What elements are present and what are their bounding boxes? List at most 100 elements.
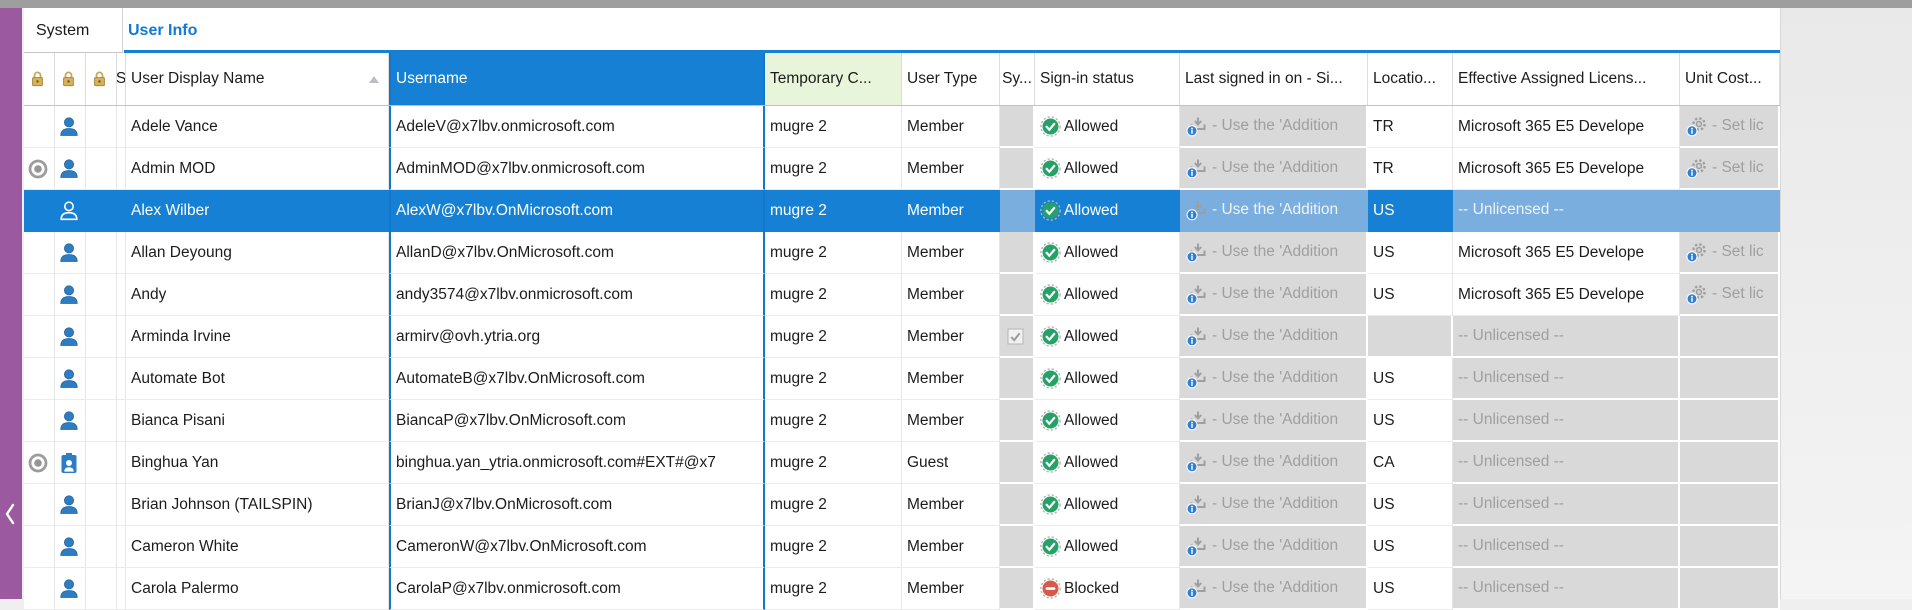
cell-unit_cost[interactable]: - Set lic — [1680, 274, 1780, 316]
cell-signin[interactable]: Allowed — [1035, 316, 1180, 358]
cell-unit_cost[interactable] — [1680, 484, 1780, 526]
user-row[interactable]: Allan DeyoungAllanD@x7lbv.OnMicrosoft.co… — [24, 232, 1780, 274]
cell-sync[interactable] — [1000, 274, 1035, 316]
cell-signin[interactable]: Allowed — [1035, 106, 1180, 148]
cell-username[interactable]: AdminMOD@x7lbv.onmicrosoft.com — [389, 148, 765, 190]
cell-c3[interactable] — [86, 232, 117, 274]
cell-location[interactable]: US — [1368, 190, 1453, 232]
cell-temporary[interactable]: mugre 2 — [765, 190, 902, 232]
cell-signin[interactable]: Allowed — [1035, 358, 1180, 400]
cell-display_name[interactable]: Automate Bot — [126, 358, 389, 400]
cell-location[interactable]: US — [1368, 232, 1453, 274]
user-row[interactable]: Adele VanceAdeleV@x7lbv.onmicrosoft.comm… — [24, 106, 1780, 148]
cell-c4[interactable] — [117, 274, 126, 316]
column-header-username[interactable]: Username — [389, 53, 765, 105]
cell-radio[interactable] — [24, 274, 55, 316]
cell-username[interactable]: AdeleV@x7lbv.onmicrosoft.com — [389, 106, 765, 148]
collapse-panel-chevron-icon[interactable] — [2, 501, 18, 527]
column-header-location[interactable]: Locatio... — [1368, 53, 1453, 105]
cell-username[interactable]: armirv@ovh.ytria.org — [389, 316, 765, 358]
column-header-c4[interactable]: S — [117, 53, 126, 105]
cell-last_signed[interactable]: - Use the 'Addition — [1180, 442, 1368, 484]
user-row[interactable]: Arminda Irvinearmirv@ovh.ytria.orgmugre … — [24, 316, 1780, 358]
cell-username[interactable]: CameronW@x7lbv.OnMicrosoft.com — [389, 526, 765, 568]
cell-person[interactable] — [55, 316, 86, 358]
cell-radio[interactable] — [24, 106, 55, 148]
cell-c4[interactable] — [117, 106, 126, 148]
cell-last_signed[interactable]: - Use the 'Addition — [1180, 400, 1368, 442]
cell-person[interactable] — [55, 400, 86, 442]
column-header-display_name[interactable]: User Display Name — [126, 53, 389, 105]
cell-location[interactable]: US — [1368, 400, 1453, 442]
cell-c4[interactable] — [117, 148, 126, 190]
cell-unit_cost[interactable] — [1680, 526, 1780, 568]
cell-c4[interactable] — [117, 442, 126, 484]
cell-username[interactable]: BrianJ@x7lbv.OnMicrosoft.com — [389, 484, 765, 526]
cell-last_signed[interactable]: - Use the 'Addition — [1180, 316, 1368, 358]
cell-user_type[interactable]: Member — [902, 568, 1000, 610]
cell-licenses[interactable]: -- Unlicensed -- — [1453, 526, 1680, 568]
cell-display_name[interactable]: Cameron White — [126, 526, 389, 568]
user-row[interactable]: Binghua Yanbinghua.yan_ytria.onmicrosoft… — [24, 442, 1780, 484]
cell-person[interactable] — [55, 232, 86, 274]
cell-sync[interactable] — [1000, 484, 1035, 526]
cell-sync[interactable] — [1000, 568, 1035, 610]
cell-username[interactable]: AutomateB@x7lbv.OnMicrosoft.com — [389, 358, 765, 400]
cell-unit_cost[interactable]: - Set lic — [1680, 106, 1780, 148]
cell-temporary[interactable]: mugre 2 — [765, 148, 902, 190]
cell-temporary[interactable]: mugre 2 — [765, 442, 902, 484]
group-tab-system[interactable]: System — [36, 8, 89, 53]
cell-unit_cost[interactable] — [1680, 442, 1780, 484]
cell-last_signed[interactable]: - Use the 'Addition — [1180, 190, 1368, 232]
user-row[interactable]: Carola PalermoCarolaP@x7lbv.onmicrosoft.… — [24, 568, 1780, 610]
cell-c4[interactable] — [117, 526, 126, 568]
cell-temporary[interactable]: mugre 2 — [765, 526, 902, 568]
cell-username[interactable]: AllanD@x7lbv.OnMicrosoft.com — [389, 232, 765, 274]
cell-location[interactable] — [1368, 316, 1453, 358]
cell-signin[interactable]: Allowed — [1035, 526, 1180, 568]
cell-temporary[interactable]: mugre 2 — [765, 316, 902, 358]
cell-sync[interactable] — [1000, 400, 1035, 442]
cell-display_name[interactable]: Allan Deyoung — [126, 232, 389, 274]
cell-unit_cost[interactable] — [1680, 568, 1780, 610]
cell-temporary[interactable]: mugre 2 — [765, 274, 902, 316]
cell-person[interactable] — [55, 484, 86, 526]
cell-signin[interactable]: Allowed — [1035, 484, 1180, 526]
cell-display_name[interactable]: Bianca Pisani — [126, 400, 389, 442]
cell-sync[interactable] — [1000, 526, 1035, 568]
cell-person[interactable] — [55, 442, 86, 484]
cell-temporary[interactable]: mugre 2 — [765, 400, 902, 442]
cell-c4[interactable] — [117, 568, 126, 610]
cell-user_type[interactable]: Member — [902, 358, 1000, 400]
cell-location[interactable]: US — [1368, 526, 1453, 568]
cell-signin[interactable]: Allowed — [1035, 232, 1180, 274]
cell-sync[interactable] — [1000, 148, 1035, 190]
cell-username[interactable]: BiancaP@x7lbv.OnMicrosoft.com — [389, 400, 765, 442]
cell-sync[interactable] — [1000, 106, 1035, 148]
cell-licenses[interactable]: -- Unlicensed -- — [1453, 400, 1680, 442]
cell-radio[interactable] — [24, 526, 55, 568]
cell-radio[interactable] — [24, 190, 55, 232]
cell-c4[interactable] — [117, 484, 126, 526]
column-header-user_type[interactable]: User Type — [902, 53, 1000, 105]
cell-c3[interactable] — [86, 316, 117, 358]
user-row[interactable]: Alex WilberAlexW@x7lbv.OnMicrosoft.commu… — [24, 190, 1780, 232]
cell-user_type[interactable]: Member — [902, 232, 1000, 274]
cell-c3[interactable] — [86, 442, 117, 484]
cell-unit_cost[interactable] — [1680, 316, 1780, 358]
cell-last_signed[interactable]: - Use the 'Addition — [1180, 484, 1368, 526]
cell-radio[interactable] — [24, 400, 55, 442]
group-tab-user-info[interactable]: User Info — [128, 8, 197, 53]
cell-radio[interactable] — [24, 148, 55, 190]
cell-last_signed[interactable]: - Use the 'Addition — [1180, 274, 1368, 316]
cell-unit_cost[interactable] — [1680, 190, 1780, 232]
cell-temporary[interactable]: mugre 2 — [765, 232, 902, 274]
cell-c4[interactable] — [117, 400, 126, 442]
cell-display_name[interactable]: Arminda Irvine — [126, 316, 389, 358]
column-header-signin[interactable]: Sign-in status — [1035, 53, 1180, 105]
cell-unit_cost[interactable] — [1680, 400, 1780, 442]
cell-location[interactable]: TR — [1368, 106, 1453, 148]
cell-user_type[interactable]: Member — [902, 274, 1000, 316]
user-row[interactable]: Automate BotAutomateB@x7lbv.OnMicrosoft.… — [24, 358, 1780, 400]
cell-location[interactable]: TR — [1368, 148, 1453, 190]
